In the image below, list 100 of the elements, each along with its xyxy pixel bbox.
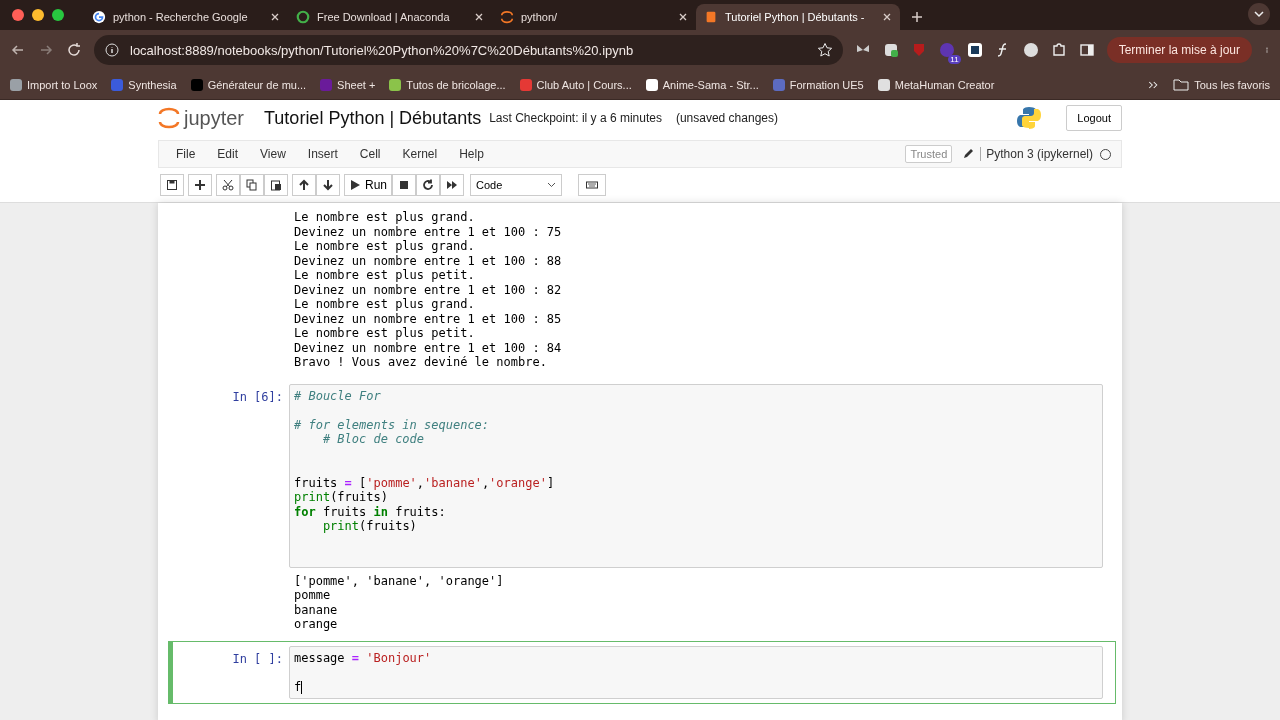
browser-tab[interactable]: python - Recherche Google [84, 4, 288, 30]
code-editor[interactable]: # Boucle For # for elements in sequence: # Bloc de code fruits = ['pomme','banane','orange'] print(fruits) for fruits in fruits: print(fruits) [289, 383, 1103, 568]
jupyter-logo-icon [158, 105, 180, 131]
info-icon[interactable] [104, 42, 120, 58]
output-line: ['pomme', 'banane', 'orange'] [294, 573, 505, 588]
output-line: Le nombre est plus grand. [294, 297, 476, 312]
bookmark[interactable]: MetaHuman Creator [877, 78, 995, 91]
bookmark[interactable]: Tous les favoris [1173, 76, 1270, 93]
output-line: Le nombre est plus grand. [294, 239, 476, 254]
menu-item[interactable]: Help [448, 147, 495, 161]
bookmark[interactable]: Import to Loox [10, 78, 98, 91]
save-button[interactable] [160, 174, 184, 196]
code-editor[interactable]: message = 'Bonjour' f [289, 645, 1103, 699]
code-cell[interactable]: In [6]: # Boucle For # for elements in sequence: # Bloc de code fruits = ['pomme','banane','orange'] print(fruits) for fruits in fruits: print(fruits) ['pomme', 'banane', 'orange'] pomme banane orange [168, 378, 1116, 641]
jupyter-icon [500, 10, 514, 24]
minimize-window-button[interactable] [32, 9, 44, 21]
output-line: Devinez un nombre entre 1 et 100 : 82 [294, 282, 563, 297]
bookmark[interactable]: Anime-Sama - Str... [645, 78, 759, 91]
browser-tab[interactable]: Free Download | Anaconda [288, 4, 492, 30]
logout-button[interactable]: Logout [1066, 105, 1122, 131]
reload-icon[interactable] [66, 42, 82, 58]
menu-item[interactable]: Cell [348, 147, 392, 161]
logo-text: jupyter [184, 106, 245, 130]
close-icon[interactable] [474, 12, 484, 22]
browser-tab[interactable]: Tutoriel Python | Débutants - [696, 4, 900, 30]
restart-button[interactable] [416, 174, 440, 196]
menu-item[interactable]: Kernel [391, 147, 449, 161]
star-icon[interactable] [816, 42, 833, 58]
code-line: print(fruits) [294, 490, 389, 505]
code-line: # Bloc de code [321, 432, 426, 447]
output-line: Le nombre est plus petit. [294, 326, 476, 341]
output-line: Le nombre est plus petit. [294, 268, 476, 283]
arrow-down-icon [322, 179, 334, 191]
bookmark[interactable]: Sheet + [320, 78, 376, 91]
close-icon[interactable] [270, 12, 280, 22]
notebook-title[interactable]: Tutoriel Python | Débutants [264, 107, 482, 129]
code-line: fruits = ['pomme','banane','orange'] [294, 475, 556, 490]
browser-tab[interactable]: python/ [492, 4, 696, 30]
update-button[interactable]: Terminer la mise à jour [1106, 37, 1252, 63]
keyboard-icon [585, 179, 599, 191]
fast-forward-button[interactable] [440, 174, 464, 196]
copy-icon [246, 179, 258, 191]
pencil-icon[interactable] [962, 148, 975, 160]
google-icon [92, 10, 106, 24]
copy-button[interactable] [240, 174, 264, 196]
keyboard-button[interactable] [578, 174, 606, 196]
output-line: pomme [294, 588, 332, 603]
chevron-icon[interactable] [1248, 3, 1270, 25]
puzzle-icon[interactable] [1050, 42, 1067, 58]
maximize-window-button[interactable] [52, 9, 64, 21]
close-icon[interactable] [882, 12, 892, 22]
close-icon[interactable] [678, 12, 688, 22]
scissors-icon [222, 179, 234, 191]
paste-button[interactable] [264, 174, 288, 196]
new-tab-icon[interactable] [910, 10, 924, 24]
bookmark[interactable]: Tutos de bricolage... [389, 78, 506, 91]
cell-prompt: In [ ]: [231, 650, 284, 668]
add-button[interactable] [188, 174, 212, 196]
move-down-button[interactable] [316, 174, 340, 196]
output-line: Devinez un nombre entre 1 et 100 : 75 [294, 224, 563, 239]
code-line: for fruits in fruits: [294, 504, 447, 519]
close-window-button[interactable] [12, 9, 24, 21]
output-line: banane [294, 602, 339, 617]
sidebar-icon[interactable] [1078, 42, 1095, 58]
trusted-badge[interactable]: Trusted [905, 145, 953, 163]
run-button[interactable]: Run [344, 174, 392, 196]
play-icon [349, 179, 361, 191]
output-line: Devinez un nombre entre 1 et 100 : 84 [294, 340, 563, 355]
bookmark[interactable]: Générateur de mu... [190, 78, 307, 91]
output-line: Devinez un nombre entre 1 et 100 : 85 [294, 311, 563, 326]
address-field[interactable]: localhost:8889/notebooks/python/Tutoriel%20Python%20%7C%20Débutants%20.ipynb [94, 35, 843, 65]
extension-icon[interactable] [882, 42, 899, 58]
menu-item[interactable]: Insert [296, 147, 349, 161]
python-logo-icon [1016, 105, 1043, 131]
output-line: Devinez un nombre entre 1 et 100 : 88 [294, 253, 563, 268]
unsaved-text: (unsaved changes) [675, 111, 778, 125]
menu-item[interactable]: File [165, 147, 207, 161]
cut-button[interactable] [216, 174, 240, 196]
bookmark[interactable]: Synthesia [111, 78, 177, 91]
extension-icon[interactable] [966, 42, 983, 58]
arrow-up-icon [298, 179, 310, 191]
output-line: orange [294, 617, 339, 632]
extension-icon[interactable] [1022, 42, 1039, 58]
bookmark[interactable]: Club Auto | Cours... [519, 78, 632, 91]
code-line: # for elements in sequence: [294, 417, 491, 432]
bookmark[interactable]: Formation UE5 [772, 78, 864, 91]
folder-icon [1173, 76, 1190, 93]
kernel-name[interactable]: Python 3 (ipykernel) [980, 147, 1093, 161]
move-up-button[interactable] [292, 174, 316, 196]
output-line: Le nombre est plus grand. [294, 210, 476, 225]
output-line: Bravo ! Vous avez deviné le nombre. [294, 355, 548, 370]
code-cell[interactable]: In [ ]: message = 'Bonjour' f [168, 640, 1116, 704]
save-icon [166, 179, 178, 191]
plus-icon [194, 179, 206, 191]
stop-button[interactable] [392, 174, 416, 196]
menu-item[interactable]: Edit [206, 147, 250, 161]
code-line: # Boucle For [294, 388, 382, 403]
cell-prompt: In [6]: [231, 388, 284, 406]
menu-item[interactable]: View [249, 147, 297, 161]
cell-type-dropdown[interactable]: Code [470, 174, 562, 196]
